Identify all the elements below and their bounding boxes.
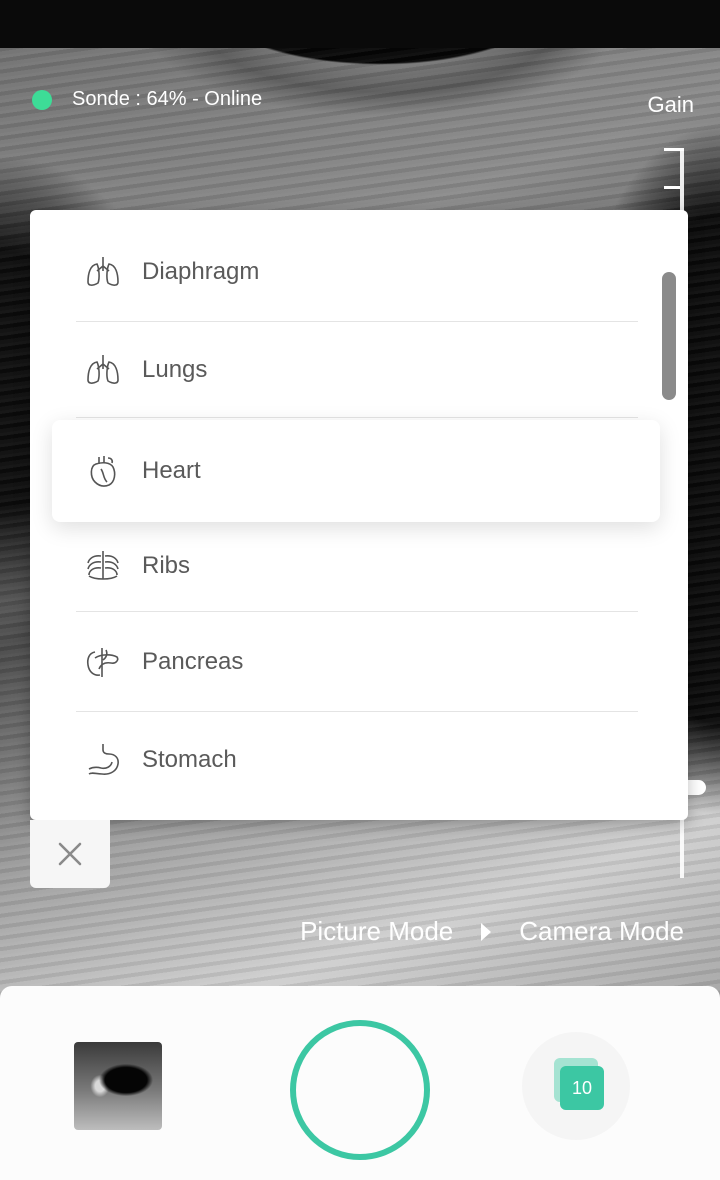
- lungs-icon: [82, 349, 124, 391]
- gain-slider-top-cap: [664, 148, 684, 151]
- close-icon: [58, 842, 82, 866]
- mode-switch: Picture Mode Camera Mode: [300, 916, 684, 947]
- close-button[interactable]: [30, 820, 110, 888]
- organ-item-label: Stomach: [142, 746, 237, 773]
- picture-mode-button[interactable]: Picture Mode: [300, 916, 453, 947]
- organ-item-label: Ribs: [142, 551, 191, 579]
- organ-item-heart[interactable]: Heart: [52, 420, 660, 522]
- gain-slider-tick: [664, 186, 680, 189]
- organ-item-label: Pancreas: [142, 647, 244, 675]
- gain-label: Gain: [647, 92, 694, 117]
- organ-list: Diaphragm Lungs Heart Ribs Pancreas Stom…: [30, 210, 688, 820]
- pancreas-icon: [82, 641, 124, 683]
- capture-bar: 10: [0, 986, 720, 1180]
- organ-item-label: Heart: [142, 457, 201, 484]
- probe-status-text: Sonde : 64% - Online: [72, 88, 263, 110]
- organ-item-label: Lungs: [142, 355, 208, 383]
- last-capture-thumbnail[interactable]: [74, 1042, 162, 1130]
- organ-selection-panel: Diaphragm Lungs Heart Ribs Pancreas Stom…: [30, 210, 688, 820]
- mode-arrow-icon: [481, 922, 492, 941]
- online-status-dot: [32, 89, 52, 110]
- organ-list-scrollbar[interactable]: [662, 272, 676, 400]
- gallery-button[interactable]: 10: [522, 1032, 630, 1140]
- organ-item-label: Diaphragm: [142, 257, 260, 285]
- camera-mode-button[interactable]: Camera Mode: [519, 916, 684, 947]
- probe-status: Sonde : 64% - Online: [32, 88, 262, 111]
- organ-item-pancreas[interactable]: Pancreas: [76, 612, 638, 712]
- lungs-icon: [82, 251, 124, 293]
- organ-item-lungs[interactable]: Lungs: [76, 322, 638, 418]
- stomach-icon: [82, 739, 124, 781]
- organ-item-ribs[interactable]: Ribs: [76, 520, 638, 612]
- ribs-icon: [82, 545, 124, 587]
- organ-item-stomach[interactable]: Stomach: [76, 712, 638, 808]
- heart-icon: [82, 450, 124, 492]
- organ-item-diaphragm[interactable]: Diaphragm: [76, 222, 638, 322]
- gallery-count-badge: 10: [560, 1066, 604, 1110]
- capture-button[interactable]: [290, 1020, 430, 1160]
- scan-top-band: [0, 0, 720, 48]
